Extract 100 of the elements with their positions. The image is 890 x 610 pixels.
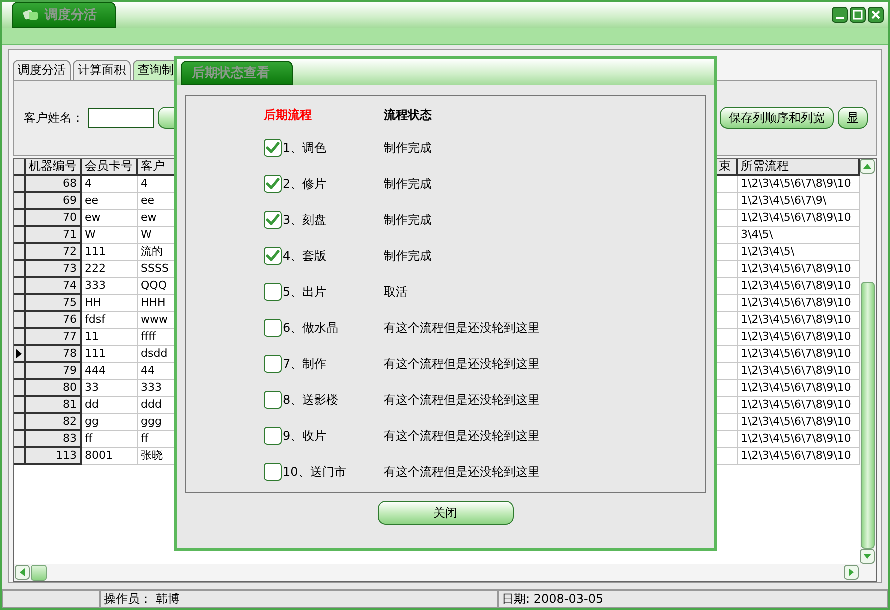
checkbox[interactable] <box>264 319 282 337</box>
toolbar-button[interactable]: 保存列顺序和列宽 <box>720 107 834 129</box>
process-label: 5、出片 <box>283 284 327 300</box>
row-header[interactable] <box>14 193 26 210</box>
grid-corner-header <box>14 159 26 176</box>
row-header[interactable] <box>14 312 26 329</box>
table-cell: ew <box>82 210 138 227</box>
table-cell: ee <box>82 193 138 210</box>
process-status: 取活 <box>384 284 409 300</box>
checkbox[interactable] <box>264 139 282 157</box>
tab[interactable]: 调度分活 <box>13 60 71 80</box>
process-status: 有这个流程但是还没轮到这里 <box>384 464 541 480</box>
operator-status: 操作员： 韩博 <box>100 590 498 608</box>
table-cell: 11 <box>82 329 138 346</box>
table-cell: 111 <box>82 244 138 261</box>
column-heading: 流程状态 <box>384 106 433 124</box>
table-cell: 4 <box>82 176 138 193</box>
row-header[interactable] <box>14 448 26 465</box>
process-status: 制作完成 <box>384 176 433 192</box>
table-cell: 222 <box>82 261 138 278</box>
table-cell: 80 <box>26 380 82 397</box>
process-status: 制作完成 <box>384 212 433 228</box>
scroll-thumb[interactable] <box>31 564 47 580</box>
checkbox[interactable] <box>264 355 282 373</box>
table-cell: 111 <box>82 346 138 363</box>
minimize-button[interactable] <box>832 7 848 23</box>
customer-name-label: 客户姓名： <box>24 110 84 126</box>
table-cell: 81 <box>26 397 82 414</box>
table-cell: 78 <box>26 346 82 363</box>
table-cell: 82 <box>26 414 82 431</box>
table-cell: 73 <box>26 261 82 278</box>
table-cell: 69 <box>26 193 82 210</box>
table-cell: 72 <box>26 244 82 261</box>
checkbox[interactable] <box>264 427 282 445</box>
close-button[interactable]: 关闭 <box>378 501 514 525</box>
checkbox[interactable] <box>264 391 282 409</box>
table-cell: HH <box>82 295 138 312</box>
table-cell: 75 <box>26 295 82 312</box>
table-cell: 444 <box>82 363 138 380</box>
row-header[interactable] <box>14 414 26 431</box>
tab[interactable]: 计算面积 <box>73 60 131 80</box>
process-status: 制作完成 <box>384 140 433 156</box>
table-cell: ff <box>82 431 138 448</box>
current-row-icon <box>16 348 22 358</box>
vertical-scrollbar[interactable] <box>860 159 876 564</box>
horizontal-scrollbar[interactable] <box>14 564 876 581</box>
row-header[interactable] <box>14 295 26 312</box>
checkbox[interactable] <box>264 247 282 265</box>
table-cell: 71 <box>26 227 82 244</box>
table-cell: 77 <box>26 329 82 346</box>
table-cell: 70 <box>26 210 82 227</box>
row-header[interactable] <box>14 227 26 244</box>
column-header[interactable]: 束 <box>716 159 738 176</box>
date-status: 日期: 2008-03-05 <box>498 590 888 608</box>
close-button[interactable] <box>868 7 884 23</box>
row-header[interactable] <box>14 176 26 193</box>
row-header[interactable] <box>14 210 26 227</box>
maximize-button[interactable] <box>850 7 866 23</box>
table-cell: 83 <box>26 431 82 448</box>
dialog-title: 后期状态查看 <box>181 61 293 85</box>
scroll-left-icon[interactable] <box>15 565 30 580</box>
window-title: 调度分活 <box>45 6 97 24</box>
column-header[interactable]: 所需流程 <box>738 159 860 176</box>
process-label: 10、送门市 <box>283 464 346 480</box>
checkbox[interactable] <box>264 463 282 481</box>
row-header[interactable] <box>14 397 26 414</box>
checkbox[interactable] <box>264 283 282 301</box>
table-cell: fdsf <box>82 312 138 329</box>
scroll-down-icon[interactable] <box>860 549 875 564</box>
row-header[interactable] <box>14 261 26 278</box>
scroll-up-icon[interactable] <box>860 159 875 174</box>
table-cell: W <box>82 227 138 244</box>
table-cell: 68 <box>26 176 82 193</box>
table-cell: dd <box>82 397 138 414</box>
column-header[interactable]: 机器编号 <box>26 159 82 176</box>
scroll-right-icon[interactable] <box>844 565 859 580</box>
customer-name-field[interactable] <box>88 108 154 128</box>
table-cell: 33 <box>82 380 138 397</box>
row-header[interactable] <box>14 431 26 448</box>
row-header[interactable] <box>14 363 26 380</box>
table-cell: gg <box>82 414 138 431</box>
table-cell: 74 <box>26 278 82 295</box>
process-label: 1、调色 <box>283 140 327 156</box>
checkbox[interactable] <box>264 211 282 229</box>
checkbox[interactable] <box>264 175 282 193</box>
row-header[interactable] <box>14 278 26 295</box>
column-heading: 后期流程 <box>264 106 313 124</box>
table-cell: 76 <box>26 312 82 329</box>
row-header[interactable] <box>14 380 26 397</box>
column-header[interactable]: 会员卡号 <box>82 159 138 176</box>
row-header[interactable] <box>14 329 26 346</box>
row-header[interactable] <box>14 244 26 261</box>
table-cell: 333 <box>82 278 138 295</box>
table-cell: 8001 <box>82 448 138 465</box>
row-header[interactable] <box>14 346 26 363</box>
app-icon <box>23 8 39 22</box>
toolbar-button[interactable]: 显 <box>838 107 868 129</box>
process-label: 3、刻盘 <box>283 212 327 228</box>
table-cell: 113 <box>26 448 82 465</box>
process-label: 2、修片 <box>283 176 327 192</box>
